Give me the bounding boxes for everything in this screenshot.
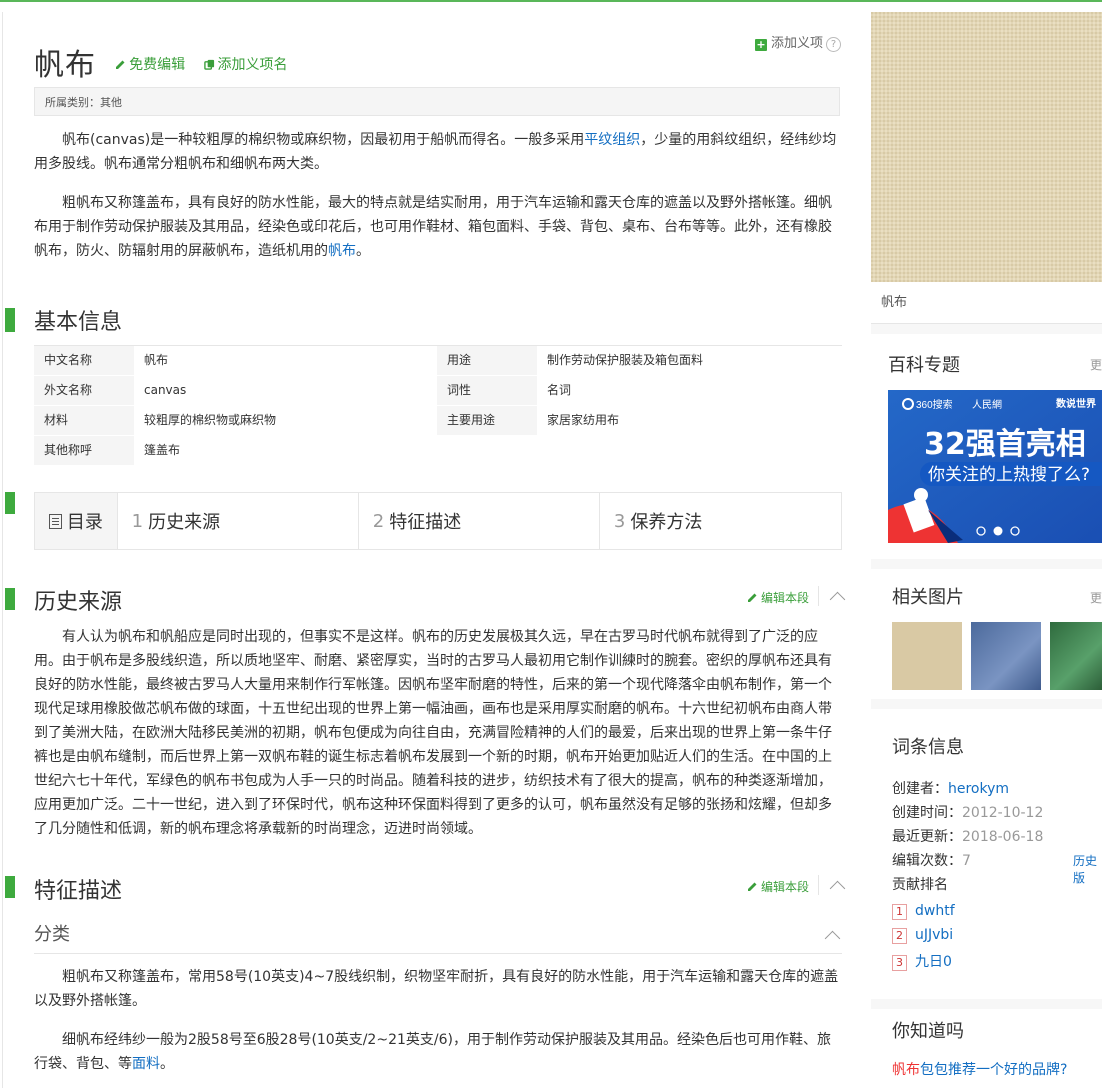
topics-more-link[interactable]: 更 [1090, 356, 1102, 373]
features-paragraph-1: 粗帆布又称篷盖布，常用58号(10英支)4~7股线织制，织物坚牢耐折，具有良好的… [34, 969, 839, 1009]
top-accent-line [0, 0, 1102, 2]
banner-brand-1: 360搜索 [916, 398, 953, 411]
pencil-icon [747, 882, 757, 891]
fabric-link[interactable]: 面料 [132, 1056, 160, 1072]
canvas-link[interactable]: 帆布 [328, 243, 356, 259]
contributor-item[interactable]: 3 九日0 [892, 951, 952, 971]
add-sense-name-button[interactable]: 添加义项名 [203, 57, 288, 73]
created-line: 创建时间：2012-10-12 [892, 805, 1044, 821]
copy-icon [203, 59, 214, 70]
creator-link[interactable]: herokym [948, 781, 1009, 797]
table-of-contents: 目录 1 历史来源 2 特征描述 3 保养方法 [34, 492, 842, 550]
related-images-title: 相关图片 [892, 587, 964, 608]
divider [818, 875, 819, 895]
subsection-classification: 分类 [34, 917, 842, 954]
info-row: 外文名称 canvas 词性 名词 [34, 376, 842, 406]
collapse-chevron-icon[interactable] [829, 591, 846, 608]
banner-tagline: 数说世界 [1056, 397, 1096, 410]
history-versions-link[interactable]: 历史版 [1073, 852, 1102, 886]
banner-subline: 你关注的上热搜了么? [928, 465, 1090, 485]
main-content: + 添加义项? 帆布 免费编辑 添加义项名 所属类别：其他 帆布(canvas)是… [2, 12, 872, 1088]
topic-banner[interactable]: 360搜索 人民網 数说世界 32强首亮相 你关注的上热搜了么? [888, 390, 1102, 543]
title-row: 帆布 免费编辑 添加义项名 [34, 40, 288, 84]
toc-item-features[interactable]: 2 特征描述 [359, 493, 600, 549]
basic-info-table: 中文名称 帆布 用途 制作劳动保护服装及箱包面料 外文名称 canvas 词性 … [34, 345, 842, 466]
pencil-icon [116, 60, 125, 69]
list-icon [48, 513, 62, 529]
contributor-item[interactable]: 2 uJJvbi [892, 927, 953, 944]
collapse-chevron-icon[interactable] [829, 880, 846, 897]
did-you-know-title: 你知道吗 [892, 1021, 964, 1042]
edit-count-line: 编辑次数：7 [892, 853, 971, 869]
updated-line: 最近更新：2018-06-18 [892, 829, 1044, 845]
canvas-fabric-image[interactable] [871, 12, 1102, 282]
contributor-item[interactable]: 1 dwhtf [892, 903, 955, 920]
plain-weave-link[interactable]: 平纹组织 [584, 132, 640, 148]
section-marker [5, 308, 15, 332]
image-caption: 帆布 [871, 282, 1102, 324]
section-marker [5, 492, 15, 514]
entry-info-title: 词条信息 [892, 737, 964, 758]
intro-paragraph-1: 帆布(canvas)是一种较粗厚的棉织物或麻织物，因最初用于船帆而得名。一般多采… [34, 132, 837, 172]
section-marker [5, 876, 15, 898]
related-image-beige[interactable] [892, 622, 962, 690]
basic-info-title: 基本信息 [34, 310, 123, 335]
pencil-icon [747, 593, 757, 602]
help-icon[interactable]: ? [826, 37, 841, 52]
sidebar: 帆布 百科专题 更 360搜索 人民網 数说世界 32强首亮相 你关注的上热搜了… [871, 12, 1102, 1088]
intro-paragraph-2: 粗帆布又称篷盖布，具有良好的防水性能，最大的特点就是结实耐用，用于汽车运输和露天… [34, 195, 832, 259]
edit-section-button[interactable]: 编辑本段 [747, 589, 809, 606]
collapse-chevron-icon[interactable] [824, 930, 841, 947]
info-row: 材料 较粗厚的棉织物或麻织物 主要用途 家居家纺用布 [34, 406, 842, 436]
info-row: 中文名称 帆布 用途 制作劳动保护服装及箱包面料 [34, 346, 842, 376]
topics-title: 百科专题 [888, 355, 960, 376]
toc-item-history[interactable]: 1 历史来源 [118, 493, 359, 549]
edit-section-button[interactable]: 编辑本段 [747, 878, 809, 895]
toc-item-care[interactable]: 3 保养方法 [600, 493, 841, 549]
plus-icon: + [754, 38, 767, 51]
related-more-link[interactable]: 更 [1090, 589, 1102, 606]
free-edit-button[interactable]: 免费编辑 [115, 57, 189, 73]
category-bar: 所属类别：其他 [34, 87, 840, 116]
toc-header: 目录 [35, 493, 118, 549]
history-title: 历史来源 [34, 590, 123, 615]
creator-line: 创建者：herokym [892, 781, 1010, 797]
banner-brand-2: 人民網 [972, 398, 1002, 411]
contrib-rank-label: 贡献排名 [892, 877, 948, 893]
add-sense-button[interactable]: + 添加义项? [754, 32, 841, 52]
related-image-blue[interactable] [971, 622, 1041, 690]
did-you-know-link[interactable]: 帆布包包推荐一个好的品牌? [892, 1059, 1067, 1079]
page-title: 帆布 [34, 48, 96, 83]
info-row: 其他称呼 篷盖布 [34, 436, 842, 466]
features-title: 特征描述 [34, 879, 123, 904]
divider [818, 586, 819, 606]
related-image-green[interactable] [1050, 622, 1102, 690]
banner-headline: 32强首亮相 [924, 427, 1086, 462]
features-paragraph-2: 细帆布经纬纱一般为2股58号至6股28号(10英支/2~21英支/6)，用于制作… [34, 1032, 831, 1072]
section-marker [5, 588, 15, 610]
history-paragraph: 有人认为帆布和帆船应是同时出现的，但事实不是这样。帆布的历史发展极其久远，早在古… [34, 629, 832, 837]
